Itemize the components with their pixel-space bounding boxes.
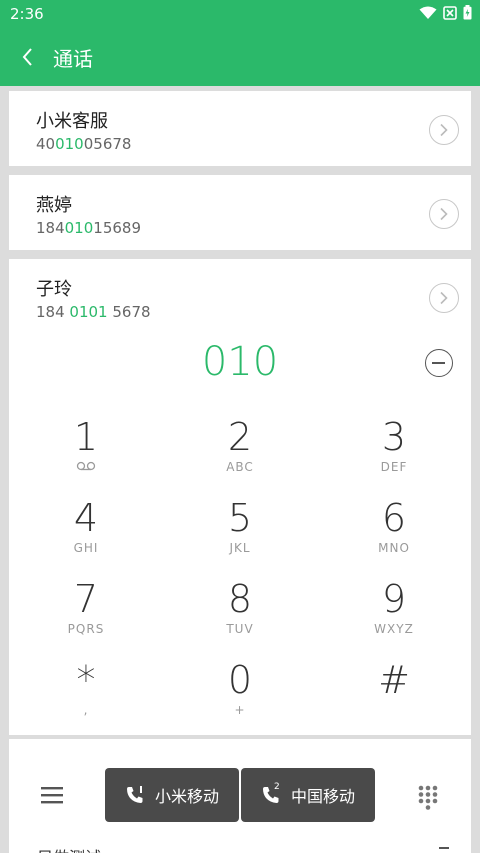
contact-detail-button[interactable] — [429, 283, 459, 313]
key-digit: # — [378, 658, 410, 702]
key-hash[interactable]: # — [317, 658, 471, 738]
key-digit: 9 — [381, 577, 407, 621]
peek-contact-name: 只做测试 — [37, 844, 101, 853]
key-letters: GHI — [73, 541, 99, 555]
key-9[interactable]: 9 WXYZ — [317, 577, 471, 657]
key-letters: DEF — [380, 460, 408, 474]
backspace-button[interactable] — [425, 349, 453, 377]
sim2-index: 2 — [273, 782, 280, 792]
bottom-bar: 小米移动 2 中国移动 只做测试 — [9, 739, 471, 853]
keypad-toggle-icon[interactable] — [417, 784, 439, 812]
contact-name: 小米客服 — [36, 111, 108, 132]
status-time: 2:36 — [10, 5, 44, 23]
contact-number: 18401015689 — [36, 219, 141, 237]
status-bar: 2:36 — [0, 0, 480, 28]
chevron-right-icon — [440, 123, 448, 137]
key-0[interactable]: 0 + — [163, 658, 317, 738]
key-1[interactable]: 1 — [9, 415, 163, 495]
wifi-icon — [419, 6, 437, 19]
sim2-label: 中国移动 — [290, 787, 355, 806]
key-2[interactable]: 2 ABC — [163, 415, 317, 495]
key-digit: 7 — [73, 577, 99, 621]
chevron-right-icon — [440, 291, 448, 305]
key-letters: TUV — [226, 622, 254, 636]
key-letters: ABC — [226, 460, 254, 474]
key-letters: WXYZ — [374, 622, 414, 636]
menu-icon[interactable] — [41, 786, 63, 804]
chevron-right-icon — [440, 207, 448, 221]
page-title: 通话 — [53, 47, 93, 71]
peek-chevron-icon — [439, 847, 449, 849]
contact-item[interactable]: 燕婷 18401015689 — [9, 175, 471, 250]
battery-icon — [463, 5, 472, 20]
contact-name: 子玲 — [36, 279, 72, 300]
key-digit: 2 — [227, 415, 253, 459]
key-8[interactable]: 8 TUV — [163, 577, 317, 657]
no-sim-icon — [443, 5, 457, 20]
key-letters: + — [234, 703, 246, 717]
key-digit: 8 — [227, 577, 253, 621]
key-digit: 1 — [73, 415, 99, 459]
phone-sim2-icon: 2 — [261, 782, 281, 805]
key-star[interactable]: * , — [9, 658, 163, 738]
status-icons — [419, 5, 472, 20]
key-digit: 6 — [381, 496, 407, 540]
key-digit: 3 — [381, 415, 407, 459]
app-bar: 通话 — [0, 28, 480, 86]
voicemail-icon — [76, 461, 96, 471]
key-digit: 5 — [227, 496, 253, 540]
key-letters: MNO — [378, 541, 410, 555]
contact-number: 184 0101 5678 — [36, 303, 151, 321]
call-sim1-button[interactable]: 小米移动 — [105, 768, 239, 822]
key-6[interactable]: 6 MNO — [317, 496, 471, 576]
key-7[interactable]: 7 PQRS — [9, 577, 163, 657]
chevron-left-icon[interactable] — [18, 44, 40, 70]
contact-name: 燕婷 — [36, 195, 72, 216]
key-letters: PQRS — [67, 622, 105, 636]
contact-item[interactable]: 子玲 184 0101 5678 — [9, 259, 471, 334]
contact-detail-button[interactable] — [429, 199, 459, 229]
key-3[interactable]: 3 DEF — [317, 415, 471, 495]
sim1-label: 小米移动 — [154, 787, 219, 806]
dialer-panel: 010 1 2 ABC 3 DEF 4 GHI 5 JKL 6 MNO 7 PQ… — [9, 325, 471, 735]
key-digit: 4 — [73, 496, 99, 540]
contact-detail-button[interactable] — [429, 115, 459, 145]
key-digit: 0 — [227, 658, 253, 702]
key-digit: * — [76, 658, 96, 702]
call-sim2-button[interactable]: 2 中国移动 — [241, 768, 375, 822]
key-5[interactable]: 5 JKL — [163, 496, 317, 576]
phone-sim1-icon — [126, 786, 143, 803]
key-4[interactable]: 4 GHI — [9, 496, 163, 576]
contact-number: 4001005678 — [36, 135, 132, 153]
contact-item[interactable]: 小米客服 4001005678 — [9, 91, 471, 166]
dialed-number: 010 — [201, 339, 279, 385]
key-letters: , — [83, 703, 89, 717]
key-letters: JKL — [229, 541, 251, 555]
